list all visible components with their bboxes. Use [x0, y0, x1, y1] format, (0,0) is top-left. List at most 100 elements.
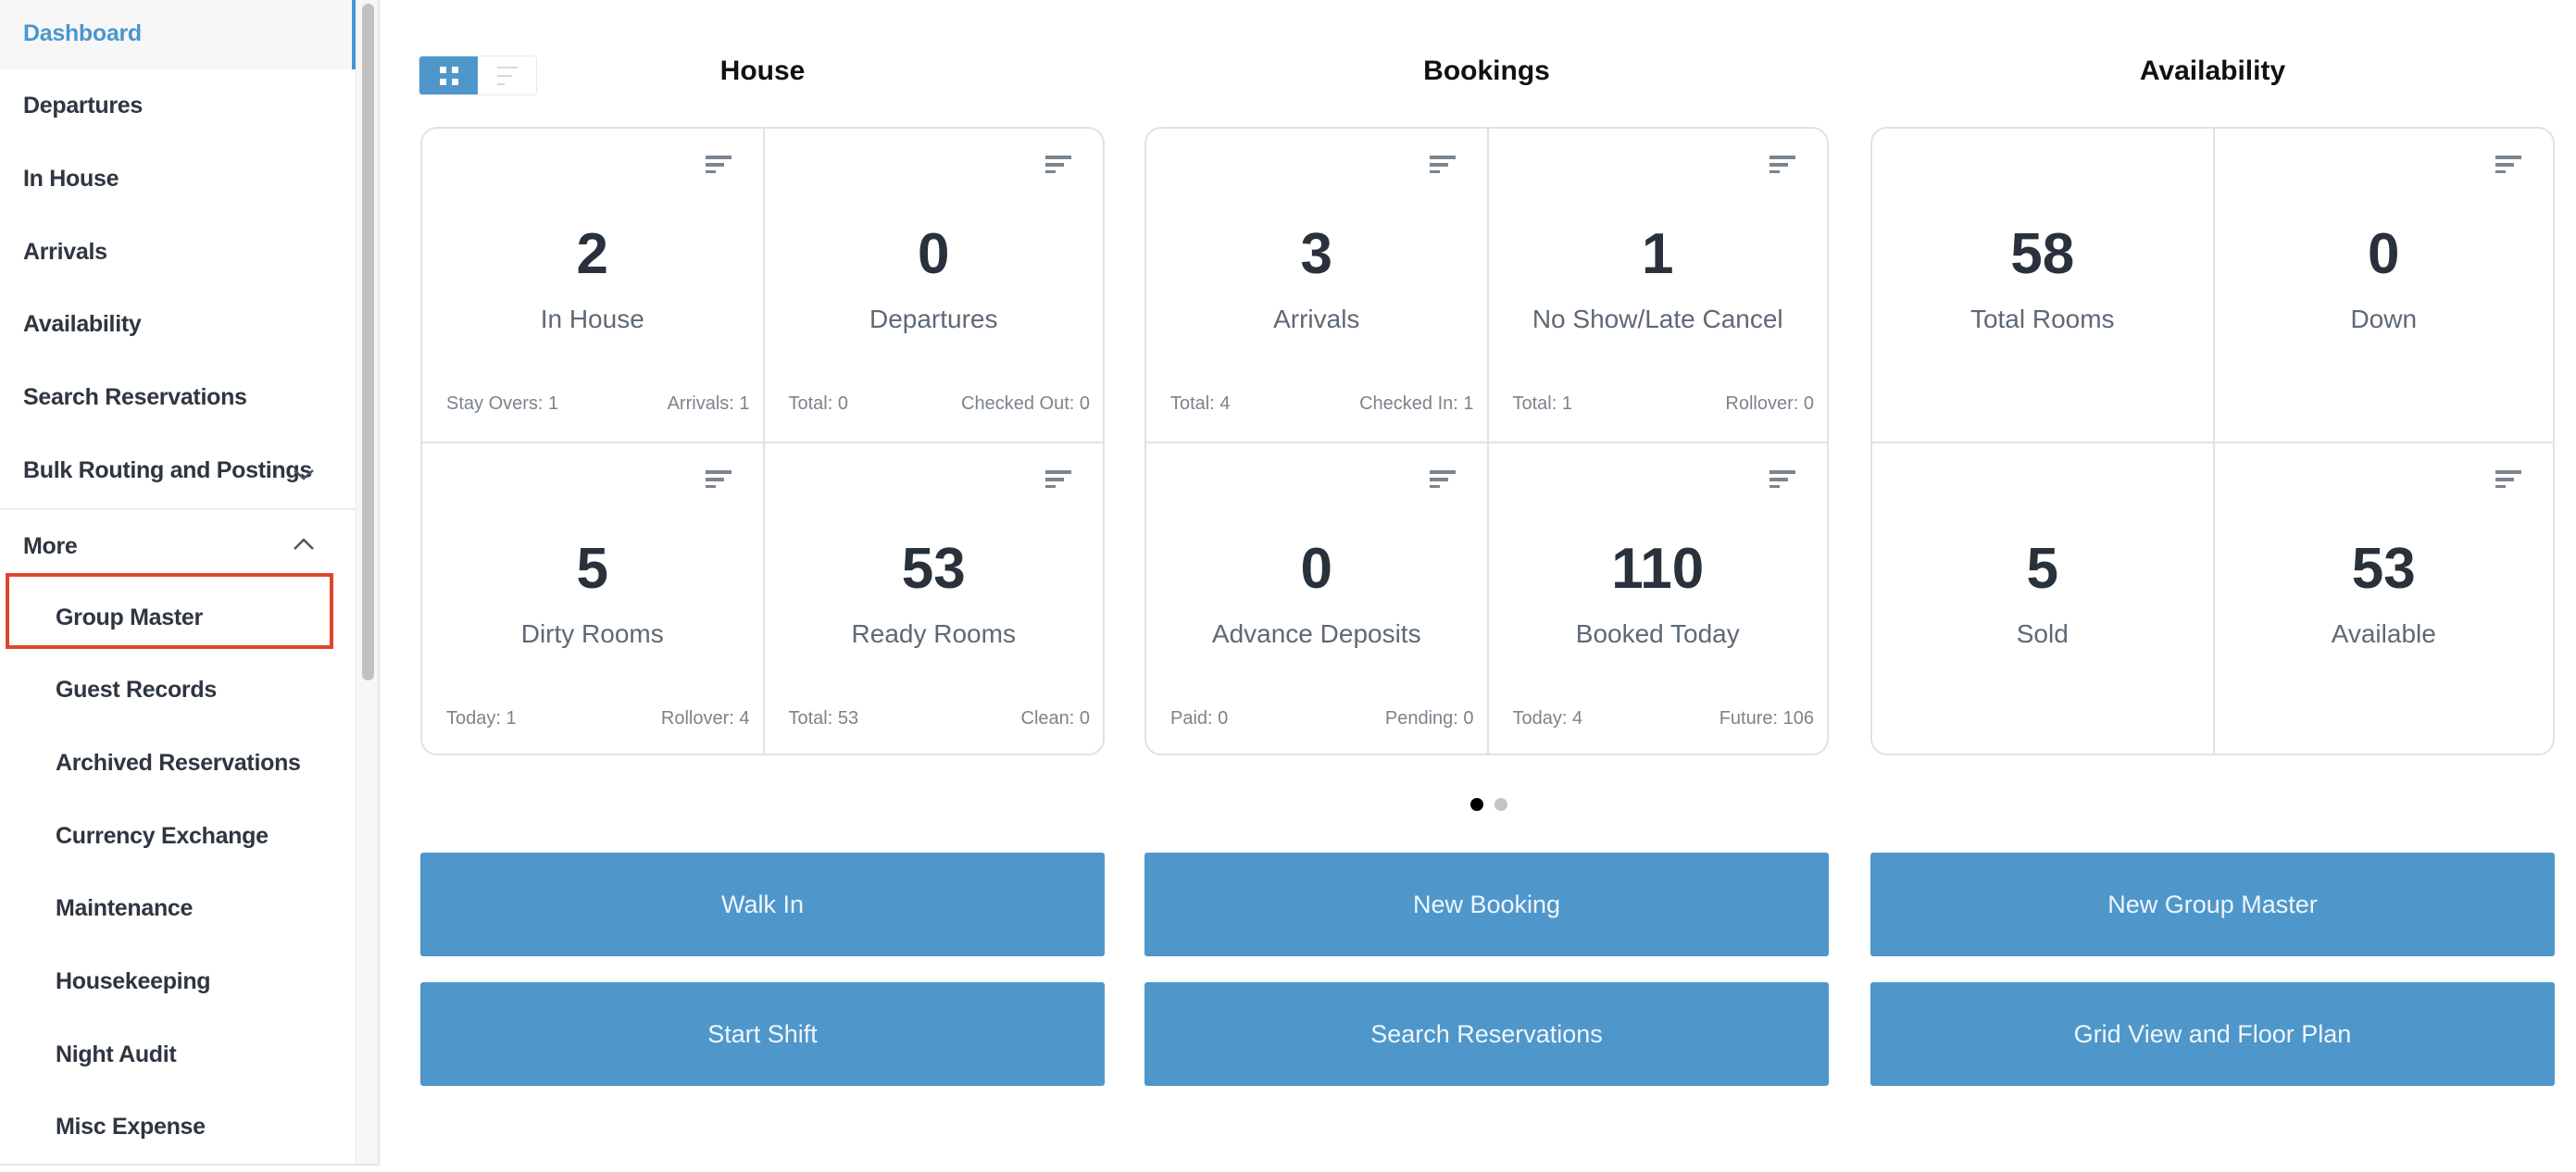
tile-menu-icon[interactable] — [1429, 469, 1456, 488]
sidebar-item-night-audit[interactable]: Night Audit — [0, 1018, 356, 1091]
tile-value: 2 — [576, 222, 608, 286]
search-reservations-button[interactable]: Search Reservations — [1144, 982, 1829, 1086]
sidebar-item-label: Dashboard — [23, 19, 142, 46]
tile-value: 3 — [1300, 222, 1332, 286]
tile-menu-icon[interactable] — [2495, 469, 2521, 488]
tile-value: 1 — [1642, 222, 1674, 286]
tile-sold[interactable]: 5 Sold — [1872, 441, 2213, 754]
bookings-section-title: Bookings — [1423, 56, 1550, 86]
tile-in-house[interactable]: 2 In House Stay Overs: 1 Arrivals: 1 — [422, 129, 763, 442]
tile-footer-right: Clean: 0 — [1020, 707, 1091, 729]
sidebar-item-guest-records[interactable]: Guest Records — [0, 655, 356, 727]
tile-footer-right: Arrivals: 1 — [667, 393, 750, 414]
tile-footer-right: Rollover: 0 — [1725, 393, 1814, 414]
pager-dots — [1470, 798, 1507, 811]
tile-menu-icon[interactable] — [705, 469, 732, 488]
tile-footer-left: Paid: 0 — [1170, 707, 1229, 729]
tile-value: 110 — [1611, 536, 1705, 601]
tile-label: Available — [2331, 618, 2436, 648]
sidebar-item-dashboard[interactable]: Dashboard — [0, 0, 356, 69]
sidebar-item-archived-reservations[interactable]: Archived Reservations — [0, 727, 356, 799]
pager-dot-1[interactable] — [1470, 798, 1483, 811]
tile-footer-left: Total: 0 — [788, 393, 848, 414]
sidebar-item-label: Departures — [23, 93, 143, 119]
chevron-up-icon[interactable] — [292, 532, 316, 556]
tile-footer-right: Future: 106 — [1719, 707, 1814, 729]
tile-menu-icon[interactable] — [705, 155, 732, 173]
sidebar-item-search-reservations[interactable]: Search Reservations — [0, 362, 356, 434]
sidebar-item-availability[interactable]: Availability — [0, 289, 356, 361]
tile-arrivals[interactable]: 3 Arrivals Total: 4 Checked In: 1 — [1146, 129, 1487, 442]
sidebar-item-label: Arrivals — [23, 238, 107, 265]
tile-available[interactable]: 53 Available — [2212, 441, 2553, 754]
tile-footer-left: Total: 1 — [1512, 393, 1572, 414]
sidebar-more-label: More — [23, 532, 78, 559]
sidebar-item-maintenance[interactable]: Maintenance — [0, 873, 356, 945]
tile-menu-icon[interactable] — [1769, 155, 1795, 173]
walk-in-button[interactable]: Walk In — [420, 853, 1105, 956]
sidebar-item-arrivals[interactable]: Arrivals — [0, 216, 356, 288]
tile-total-rooms[interactable]: 58 Total Rooms — [1872, 129, 2213, 442]
tile-value: 5 — [576, 536, 608, 601]
sidebar-item-housekeeping[interactable]: Housekeeping — [0, 946, 356, 1018]
tile-footer-right: Checked Out: 0 — [961, 393, 1090, 414]
tile-footer-left: Stay Overs: 1 — [446, 393, 559, 414]
tile-no-show-late-cancel[interactable]: 1 No Show/Late Cancel Total: 1 Rollover: 0 — [1486, 129, 1828, 442]
sidebar-bottom-divider — [0, 1164, 380, 1166]
tile-menu-icon[interactable] — [1045, 469, 1071, 488]
sidebar-item-label: In House — [23, 165, 119, 192]
tile-label: Down — [2350, 305, 2418, 333]
house-section-title: House — [719, 56, 806, 86]
tile-value: 0 — [2368, 222, 2400, 286]
tile-label: Total Rooms — [1970, 305, 2115, 333]
sidebar-item-label: Guest Records — [56, 677, 217, 704]
tile-value: 58 — [2010, 222, 2075, 286]
sidebar-item-label: Housekeeping — [56, 968, 211, 994]
tile-menu-icon[interactable] — [2495, 155, 2521, 173]
start-shift-button[interactable]: Start Shift — [420, 982, 1105, 1086]
sidebar-item-departures[interactable]: Departures — [0, 70, 356, 143]
tile-footer-right: Rollover: 4 — [660, 707, 750, 729]
sidebar-item-label: Currency Exchange — [56, 822, 269, 849]
sidebar-item-misc-expense[interactable]: Misc Expense — [0, 1091, 356, 1164]
tile-booked-today[interactable]: 110 Booked Today Today: 4 Future: 106 — [1486, 441, 1827, 754]
tile-menu-icon[interactable] — [1769, 469, 1795, 488]
tile-value: 53 — [2351, 536, 2416, 601]
new-group-master-button[interactable]: New Group Master — [1870, 853, 2555, 956]
tile-footer-left: Total: 4 — [1170, 393, 1231, 414]
new-booking-button[interactable]: New Booking — [1144, 853, 1829, 956]
sidebar-more-toggle[interactable]: More — [0, 510, 356, 582]
tile-label: Arrivals — [1273, 305, 1360, 333]
sidebar-item-label: Search Reservations — [23, 384, 247, 410]
chevron-down-icon[interactable] — [292, 462, 316, 486]
tile-menu-icon[interactable] — [1045, 155, 1071, 173]
tile-advance-deposits[interactable]: 0 Advance Deposits Paid: 0 Pending: 0 — [1146, 441, 1487, 754]
tile-label: Dirty Rooms — [520, 618, 664, 648]
tile-label: Departures — [869, 305, 998, 333]
sidebar-item-bulk-routing-and-postings[interactable]: Bulk Routing and Postings — [0, 434, 356, 506]
tile-ready-rooms[interactable]: 53 Ready Rooms Total: 53 Clean: 0 — [762, 441, 1103, 754]
tile-value: 0 — [1300, 536, 1332, 601]
tile-down[interactable]: 0 Down — [2212, 129, 2554, 442]
sidebar-scrollbar-thumb[interactable] — [362, 4, 374, 680]
sidebar-item-currency-exchange[interactable]: Currency Exchange — [0, 800, 356, 872]
pager-dot-2[interactable] — [1494, 798, 1507, 811]
availability-card: 58 Total Rooms 0 Down 5 Sold 53 Available — [1870, 127, 2555, 755]
tile-menu-icon[interactable] — [1429, 155, 1456, 173]
tile-dirty-rooms[interactable]: 5 Dirty Rooms Today: 1 Rollover: 4 — [422, 441, 763, 754]
sidebar-item-in-house[interactable]: In House — [0, 143, 356, 215]
grid-view-and-floor-plan-button[interactable]: Grid View and Floor Plan — [1870, 982, 2555, 1086]
tile-footer-right: Checked In: 1 — [1359, 393, 1474, 414]
tile-label: No Show/Late Cancel — [1532, 305, 1783, 333]
tile-departures[interactable]: 0 Departures Total: 0 Checked Out: 0 — [762, 129, 1104, 442]
tile-label: Advance Deposits — [1211, 618, 1421, 648]
group-master-highlight-box — [6, 573, 333, 649]
tile-value: 53 — [901, 536, 966, 601]
tile-footer-left: Today: 4 — [1512, 707, 1583, 729]
sidebar-item-label: Maintenance — [56, 895, 194, 922]
tile-footer-left: Total: 53 — [788, 707, 859, 729]
tile-label: Booked Today — [1575, 618, 1740, 648]
tile-label: Sold — [2016, 618, 2069, 648]
sidebar-item-label: Misc Expense — [56, 1114, 206, 1141]
sidebar-item-label: Night Audit — [56, 1041, 177, 1067]
